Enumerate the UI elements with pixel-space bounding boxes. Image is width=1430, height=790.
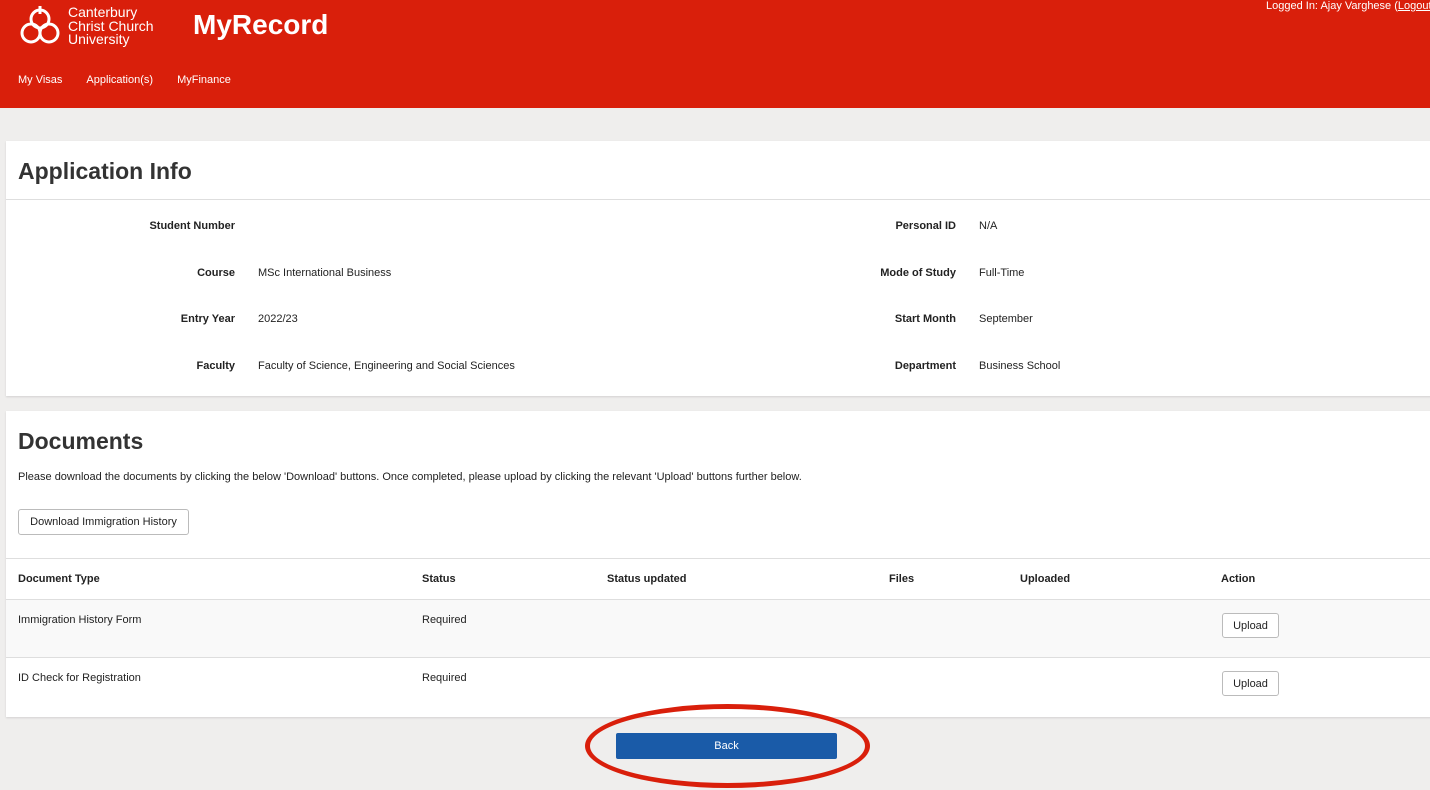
documents-title: Documents: [18, 428, 144, 454]
logout-link[interactable]: Logout: [1398, 0, 1430, 12]
personal-id-label: Personal ID: [895, 220, 956, 232]
back-button[interactable]: Back: [616, 733, 837, 759]
divider: [6, 558, 1430, 559]
col-action: Action: [1221, 573, 1256, 585]
document-type-cell: Immigration History Form: [18, 614, 142, 626]
upload-button[interactable]: Upload: [1222, 671, 1279, 696]
entry-year-value: 2022/23: [258, 313, 298, 325]
logo-knot-icon: [20, 6, 60, 44]
col-document-type: Document Type: [18, 573, 100, 585]
nav-applications[interactable]: Application(s): [86, 74, 153, 86]
main-nav: My Visas Application(s) MyFinance: [18, 74, 255, 86]
table-row: Immigration History Form Required Upload: [6, 599, 1430, 658]
mode-of-study-value: Full-Time: [979, 267, 1025, 279]
course-label: Course: [197, 267, 235, 279]
start-month-value: September: [979, 313, 1033, 325]
nav-my-visas[interactable]: My Visas: [18, 74, 62, 86]
course-value: MSc International Business: [258, 267, 392, 279]
upload-button[interactable]: Upload: [1222, 613, 1279, 638]
status-cell: Required: [422, 672, 467, 684]
col-files: Files: [889, 573, 915, 585]
personal-id-value: N/A: [979, 220, 998, 232]
download-immigration-history-button[interactable]: Download Immigration History: [18, 509, 189, 535]
nav-myfinance[interactable]: MyFinance: [177, 74, 231, 86]
app-title: MyRecord: [193, 9, 329, 40]
entry-year-label: Entry Year: [180, 313, 235, 325]
documents-card: Documents Please download the documents …: [6, 411, 1430, 717]
student-number-label: Student Number: [149, 220, 235, 232]
start-month-label: Start Month: [894, 313, 956, 325]
col-uploaded: Uploaded: [1020, 573, 1071, 585]
document-type-cell: ID Check for Registration: [18, 672, 141, 684]
department-label: Department: [894, 360, 956, 372]
university-logo[interactable]: Canterbury Christ Church University: [17, 4, 167, 48]
faculty-value: Faculty of Science, Engineering and Soci…: [258, 360, 515, 372]
logo-line-3: University: [68, 31, 130, 47]
logo-text: Canterbury Christ Church University: [68, 5, 154, 47]
col-status: Status: [422, 573, 456, 585]
divider: [6, 199, 1430, 200]
logged-in-text: Logged In: Ajay Varghese (: [1266, 0, 1398, 12]
mode-of-study-label: Mode of Study: [880, 267, 956, 279]
header-bar: Canterbury Christ Church University MyRe…: [0, 0, 1430, 108]
table-row: ID Check for Registration Required Uploa…: [6, 658, 1430, 717]
faculty-label: Faculty: [196, 360, 235, 372]
status-cell: Required: [422, 614, 467, 626]
application-info-title: Application Info: [18, 158, 192, 184]
col-status-updated: Status updated: [607, 573, 687, 585]
department-value: Business School: [979, 360, 1061, 372]
documents-intro: Please download the documents by clickin…: [18, 471, 802, 483]
logged-in-status: Logged In: Ajay Varghese (Logout: [1266, 0, 1430, 12]
application-info-card: Application Info Student Number Course M…: [6, 141, 1430, 396]
